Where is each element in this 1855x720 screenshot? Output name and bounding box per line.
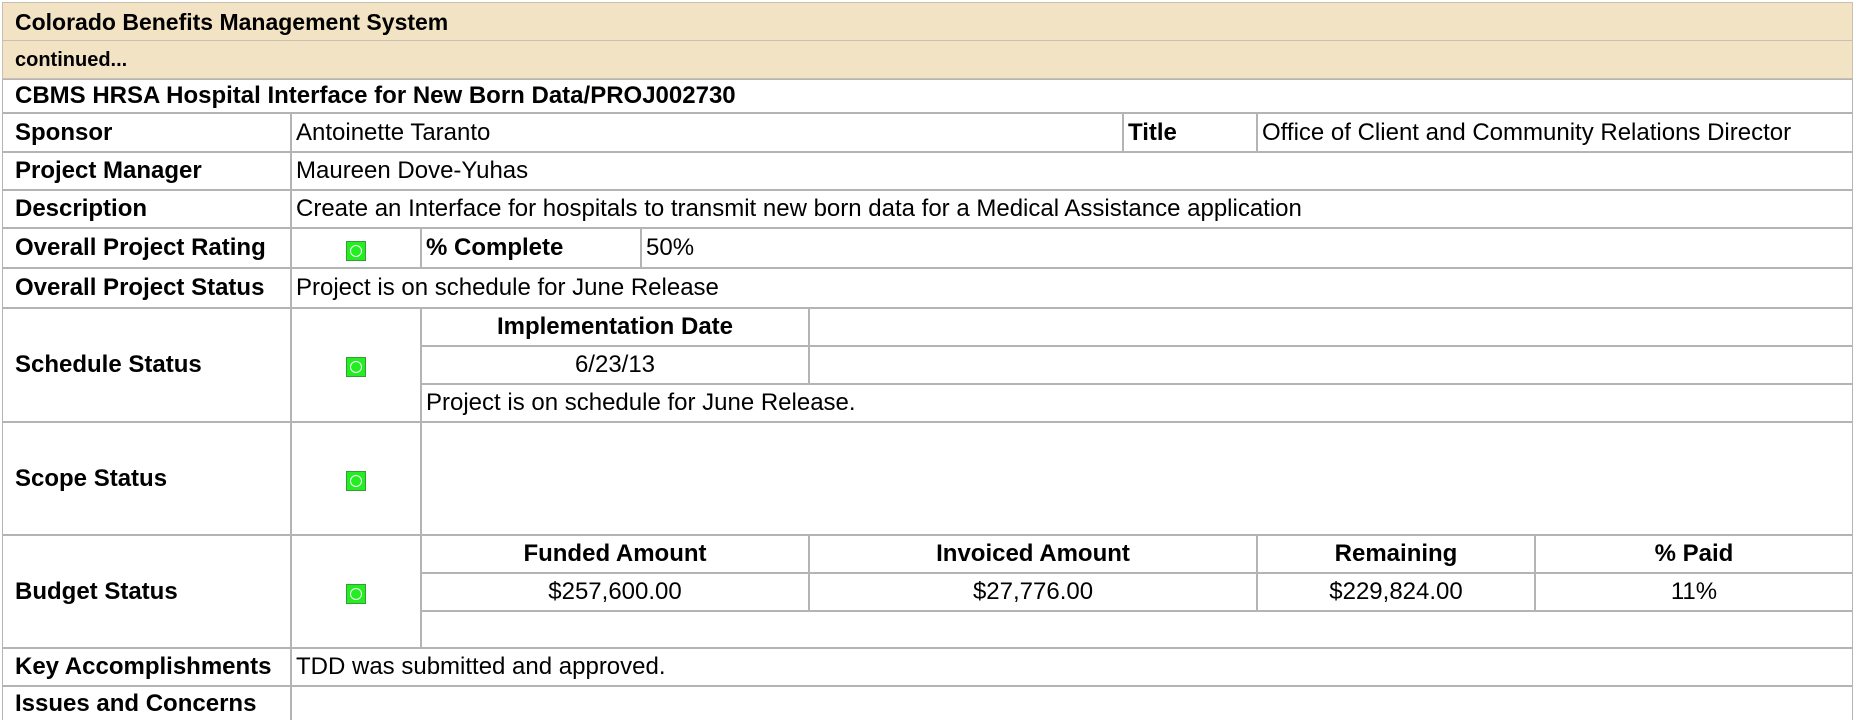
scope-detail-cell — [421, 422, 1853, 535]
invoiced-amount-value: $27,776.00 — [809, 573, 1257, 611]
percent-complete-label: % Complete — [421, 228, 641, 268]
overall-status-value: Project is on schedule for June Release — [291, 268, 1853, 308]
report-header-title: Colorado Benefits Management System — [2, 2, 1853, 41]
percent-paid-header: % Paid — [1535, 535, 1853, 573]
description-value: Create an Interface for hospitals to tra… — [291, 190, 1853, 228]
budget-notes-cell — [421, 611, 1853, 648]
issues-and-concerns-label: Issues and Concerns — [2, 686, 291, 720]
green-status-indicator-icon — [346, 470, 366, 491]
percent-paid-value: 11% — [1535, 573, 1853, 611]
schedule-empty-cell — [809, 308, 1853, 346]
sponsor-label: Sponsor — [2, 113, 291, 152]
percent-complete-value: 50% — [641, 228, 1853, 268]
green-status-indicator-icon — [346, 357, 366, 377]
funded-amount-header: Funded Amount — [421, 535, 809, 573]
issues-and-concerns-value — [291, 686, 1853, 720]
green-status-indicator-icon — [346, 583, 366, 604]
implementation-date-header: Implementation Date — [421, 308, 809, 346]
remaining-value: $229,824.00 — [1257, 573, 1535, 611]
budget-status-label: Budget Status — [2, 535, 291, 648]
schedule-status-label: Schedule Status — [2, 308, 291, 422]
title-label: Title — [1123, 113, 1257, 152]
key-accomplishments-value: TDD was submitted and approved. — [291, 648, 1853, 686]
remaining-header: Remaining — [1257, 535, 1535, 573]
implementation-date-value: 6/23/13 — [421, 346, 809, 384]
budget-status-cell — [291, 535, 421, 648]
funded-amount-value: $257,600.00 — [421, 573, 809, 611]
title-value: Office of Client and Community Relations… — [1257, 113, 1853, 152]
sponsor-value: Antoinette Taranto — [291, 113, 1123, 152]
schedule-status-cell — [291, 308, 421, 422]
status-report-page: Colorado Benefits Management System cont… — [0, 0, 1855, 720]
overall-status-label: Overall Project Status — [2, 268, 291, 308]
invoiced-amount-header: Invoiced Amount — [809, 535, 1257, 573]
project-manager-label: Project Manager — [2, 152, 291, 190]
schedule-note: Project is on schedule for June Release. — [421, 384, 1853, 422]
overall-rating-cell — [291, 228, 421, 268]
overall-rating-label: Overall Project Rating — [2, 228, 291, 268]
green-status-indicator-icon — [346, 241, 366, 261]
project-manager-value: Maureen Dove-Yuhas — [291, 152, 1853, 190]
description-label: Description — [2, 190, 291, 228]
continued-label: continued... — [2, 41, 1853, 79]
scope-status-cell — [291, 422, 421, 535]
key-accomplishments-label: Key Accomplishments — [2, 648, 291, 686]
schedule-empty-cell — [809, 346, 1853, 384]
project-title: CBMS HRSA Hospital Interface for New Bor… — [2, 79, 1853, 113]
scope-status-label: Scope Status — [2, 422, 291, 535]
